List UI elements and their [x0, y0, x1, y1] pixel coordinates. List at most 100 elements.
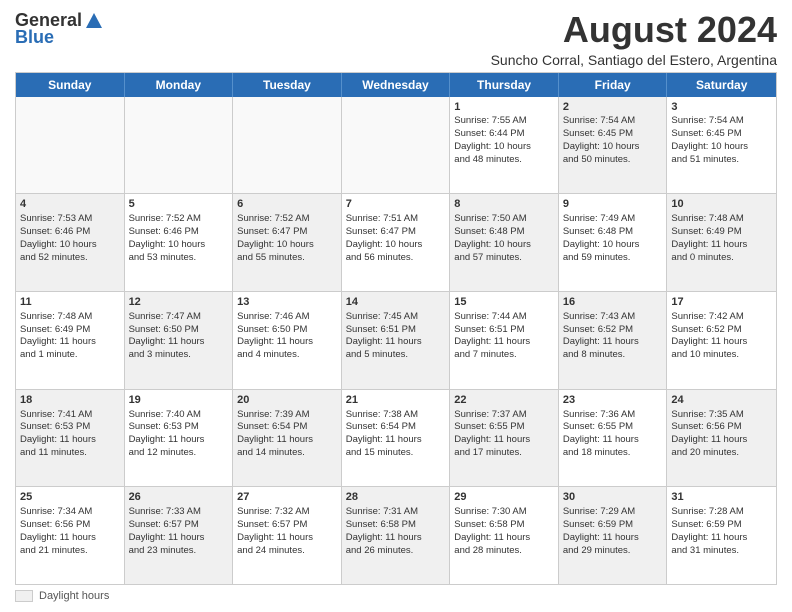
cell-content: Daylight: 10 hours	[237, 239, 337, 252]
day-number: 13	[237, 295, 337, 310]
calendar: Sunday Monday Tuesday Wednesday Thursday…	[15, 72, 777, 585]
cell-content: and 5 minutes.	[346, 349, 446, 362]
cell-content: Daylight: 11 hours	[129, 336, 229, 349]
day-number: 4	[20, 197, 120, 212]
cell-content: Sunset: 6:59 PM	[671, 519, 772, 532]
cell-content: Sunset: 6:46 PM	[20, 226, 120, 239]
table-row: 12Sunrise: 7:47 AMSunset: 6:50 PMDayligh…	[125, 292, 234, 389]
cell-content: Sunrise: 7:51 AM	[346, 213, 446, 226]
cell-content: and 10 minutes.	[671, 349, 772, 362]
cell-content: Sunset: 6:58 PM	[346, 519, 446, 532]
day-number: 1	[454, 100, 554, 115]
cell-content: Sunset: 6:49 PM	[671, 226, 772, 239]
cell-content: Sunrise: 7:49 AM	[563, 213, 663, 226]
calendar-row: 4Sunrise: 7:53 AMSunset: 6:46 PMDaylight…	[16, 193, 776, 291]
cell-content: and 53 minutes.	[129, 252, 229, 265]
table-row: 23Sunrise: 7:36 AMSunset: 6:55 PMDayligh…	[559, 390, 668, 487]
cell-content: and 1 minute.	[20, 349, 120, 362]
cell-content: Sunrise: 7:43 AM	[563, 311, 663, 324]
legend: Daylight hours	[15, 590, 777, 602]
cell-content: Sunrise: 7:36 AM	[563, 409, 663, 422]
cell-content: Sunrise: 7:29 AM	[563, 506, 663, 519]
cell-content: Sunrise: 7:38 AM	[346, 409, 446, 422]
cell-content: Sunset: 6:50 PM	[129, 324, 229, 337]
cell-content: and 57 minutes.	[454, 252, 554, 265]
cell-content: Sunset: 6:56 PM	[20, 519, 120, 532]
day-number: 26	[129, 490, 229, 505]
table-row	[342, 97, 451, 194]
cell-content: Sunset: 6:44 PM	[454, 128, 554, 141]
cell-content: Daylight: 10 hours	[671, 141, 772, 154]
cell-content: Daylight: 11 hours	[454, 336, 554, 349]
header-row: General Blue August 2024 Suncho Corral, …	[15, 10, 777, 68]
cell-content: Sunset: 6:53 PM	[129, 421, 229, 434]
day-number: 3	[671, 100, 772, 115]
subtitle: Suncho Corral, Santiago del Estero, Arge…	[491, 52, 777, 68]
table-row: 8Sunrise: 7:50 AMSunset: 6:48 PMDaylight…	[450, 194, 559, 291]
cell-content: Sunset: 6:45 PM	[671, 128, 772, 141]
table-row: 13Sunrise: 7:46 AMSunset: 6:50 PMDayligh…	[233, 292, 342, 389]
header-wednesday: Wednesday	[342, 73, 451, 97]
calendar-row: 25Sunrise: 7:34 AMSunset: 6:56 PMDayligh…	[16, 486, 776, 584]
cell-content: Daylight: 11 hours	[563, 434, 663, 447]
cell-content: and 24 minutes.	[237, 545, 337, 558]
cell-content: Daylight: 11 hours	[129, 532, 229, 545]
cell-content: Daylight: 11 hours	[671, 336, 772, 349]
cell-content: Sunset: 6:52 PM	[671, 324, 772, 337]
cell-content: Daylight: 11 hours	[671, 434, 772, 447]
cell-content: Sunrise: 7:32 AM	[237, 506, 337, 519]
cell-content: Sunset: 6:47 PM	[346, 226, 446, 239]
cell-content: Daylight: 11 hours	[346, 336, 446, 349]
calendar-header: Sunday Monday Tuesday Wednesday Thursday…	[16, 73, 776, 97]
cell-content: and 4 minutes.	[237, 349, 337, 362]
cell-content: Sunrise: 7:52 AM	[129, 213, 229, 226]
day-number: 14	[346, 295, 446, 310]
cell-content: Sunrise: 7:40 AM	[129, 409, 229, 422]
cell-content: Daylight: 11 hours	[671, 239, 772, 252]
cell-content: Sunset: 6:48 PM	[454, 226, 554, 239]
header-sunday: Sunday	[16, 73, 125, 97]
cell-content: Daylight: 11 hours	[237, 532, 337, 545]
day-number: 15	[454, 295, 554, 310]
day-number: 28	[346, 490, 446, 505]
cell-content: and 28 minutes.	[454, 545, 554, 558]
cell-content: Sunset: 6:57 PM	[237, 519, 337, 532]
header-saturday: Saturday	[667, 73, 776, 97]
month-title: August 2024	[491, 10, 777, 50]
calendar-row: 18Sunrise: 7:41 AMSunset: 6:53 PMDayligh…	[16, 389, 776, 487]
header-tuesday: Tuesday	[233, 73, 342, 97]
cell-content: Sunrise: 7:52 AM	[237, 213, 337, 226]
cell-content: and 12 minutes.	[129, 447, 229, 460]
cell-content: Daylight: 11 hours	[20, 336, 120, 349]
cell-content: Daylight: 10 hours	[346, 239, 446, 252]
logo-blue: Blue	[15, 28, 54, 48]
day-number: 17	[671, 295, 772, 310]
cell-content: Sunrise: 7:48 AM	[671, 213, 772, 226]
cell-content: Sunrise: 7:35 AM	[671, 409, 772, 422]
cell-content: and 7 minutes.	[454, 349, 554, 362]
day-number: 9	[563, 197, 663, 212]
table-row: 15Sunrise: 7:44 AMSunset: 6:51 PMDayligh…	[450, 292, 559, 389]
table-row: 22Sunrise: 7:37 AMSunset: 6:55 PMDayligh…	[450, 390, 559, 487]
logo: General Blue	[15, 10, 106, 48]
cell-content: Sunrise: 7:44 AM	[454, 311, 554, 324]
table-row: 3Sunrise: 7:54 AMSunset: 6:45 PMDaylight…	[667, 97, 776, 194]
cell-content: Sunset: 6:52 PM	[563, 324, 663, 337]
cell-content: Sunrise: 7:28 AM	[671, 506, 772, 519]
cell-content: and 11 minutes.	[20, 447, 120, 460]
logo-icon	[83, 10, 105, 32]
cell-content: Daylight: 10 hours	[20, 239, 120, 252]
day-number: 23	[563, 393, 663, 408]
cell-content: Sunset: 6:55 PM	[563, 421, 663, 434]
table-row: 28Sunrise: 7:31 AMSunset: 6:58 PMDayligh…	[342, 487, 451, 584]
legend-label: Daylight hours	[39, 590, 109, 602]
day-number: 27	[237, 490, 337, 505]
day-number: 18	[20, 393, 120, 408]
table-row: 25Sunrise: 7:34 AMSunset: 6:56 PMDayligh…	[16, 487, 125, 584]
table-row: 2Sunrise: 7:54 AMSunset: 6:45 PMDaylight…	[559, 97, 668, 194]
cell-content: Sunrise: 7:42 AM	[671, 311, 772, 324]
table-row: 16Sunrise: 7:43 AMSunset: 6:52 PMDayligh…	[559, 292, 668, 389]
table-row: 11Sunrise: 7:48 AMSunset: 6:49 PMDayligh…	[16, 292, 125, 389]
cell-content: Sunset: 6:58 PM	[454, 519, 554, 532]
table-row	[233, 97, 342, 194]
